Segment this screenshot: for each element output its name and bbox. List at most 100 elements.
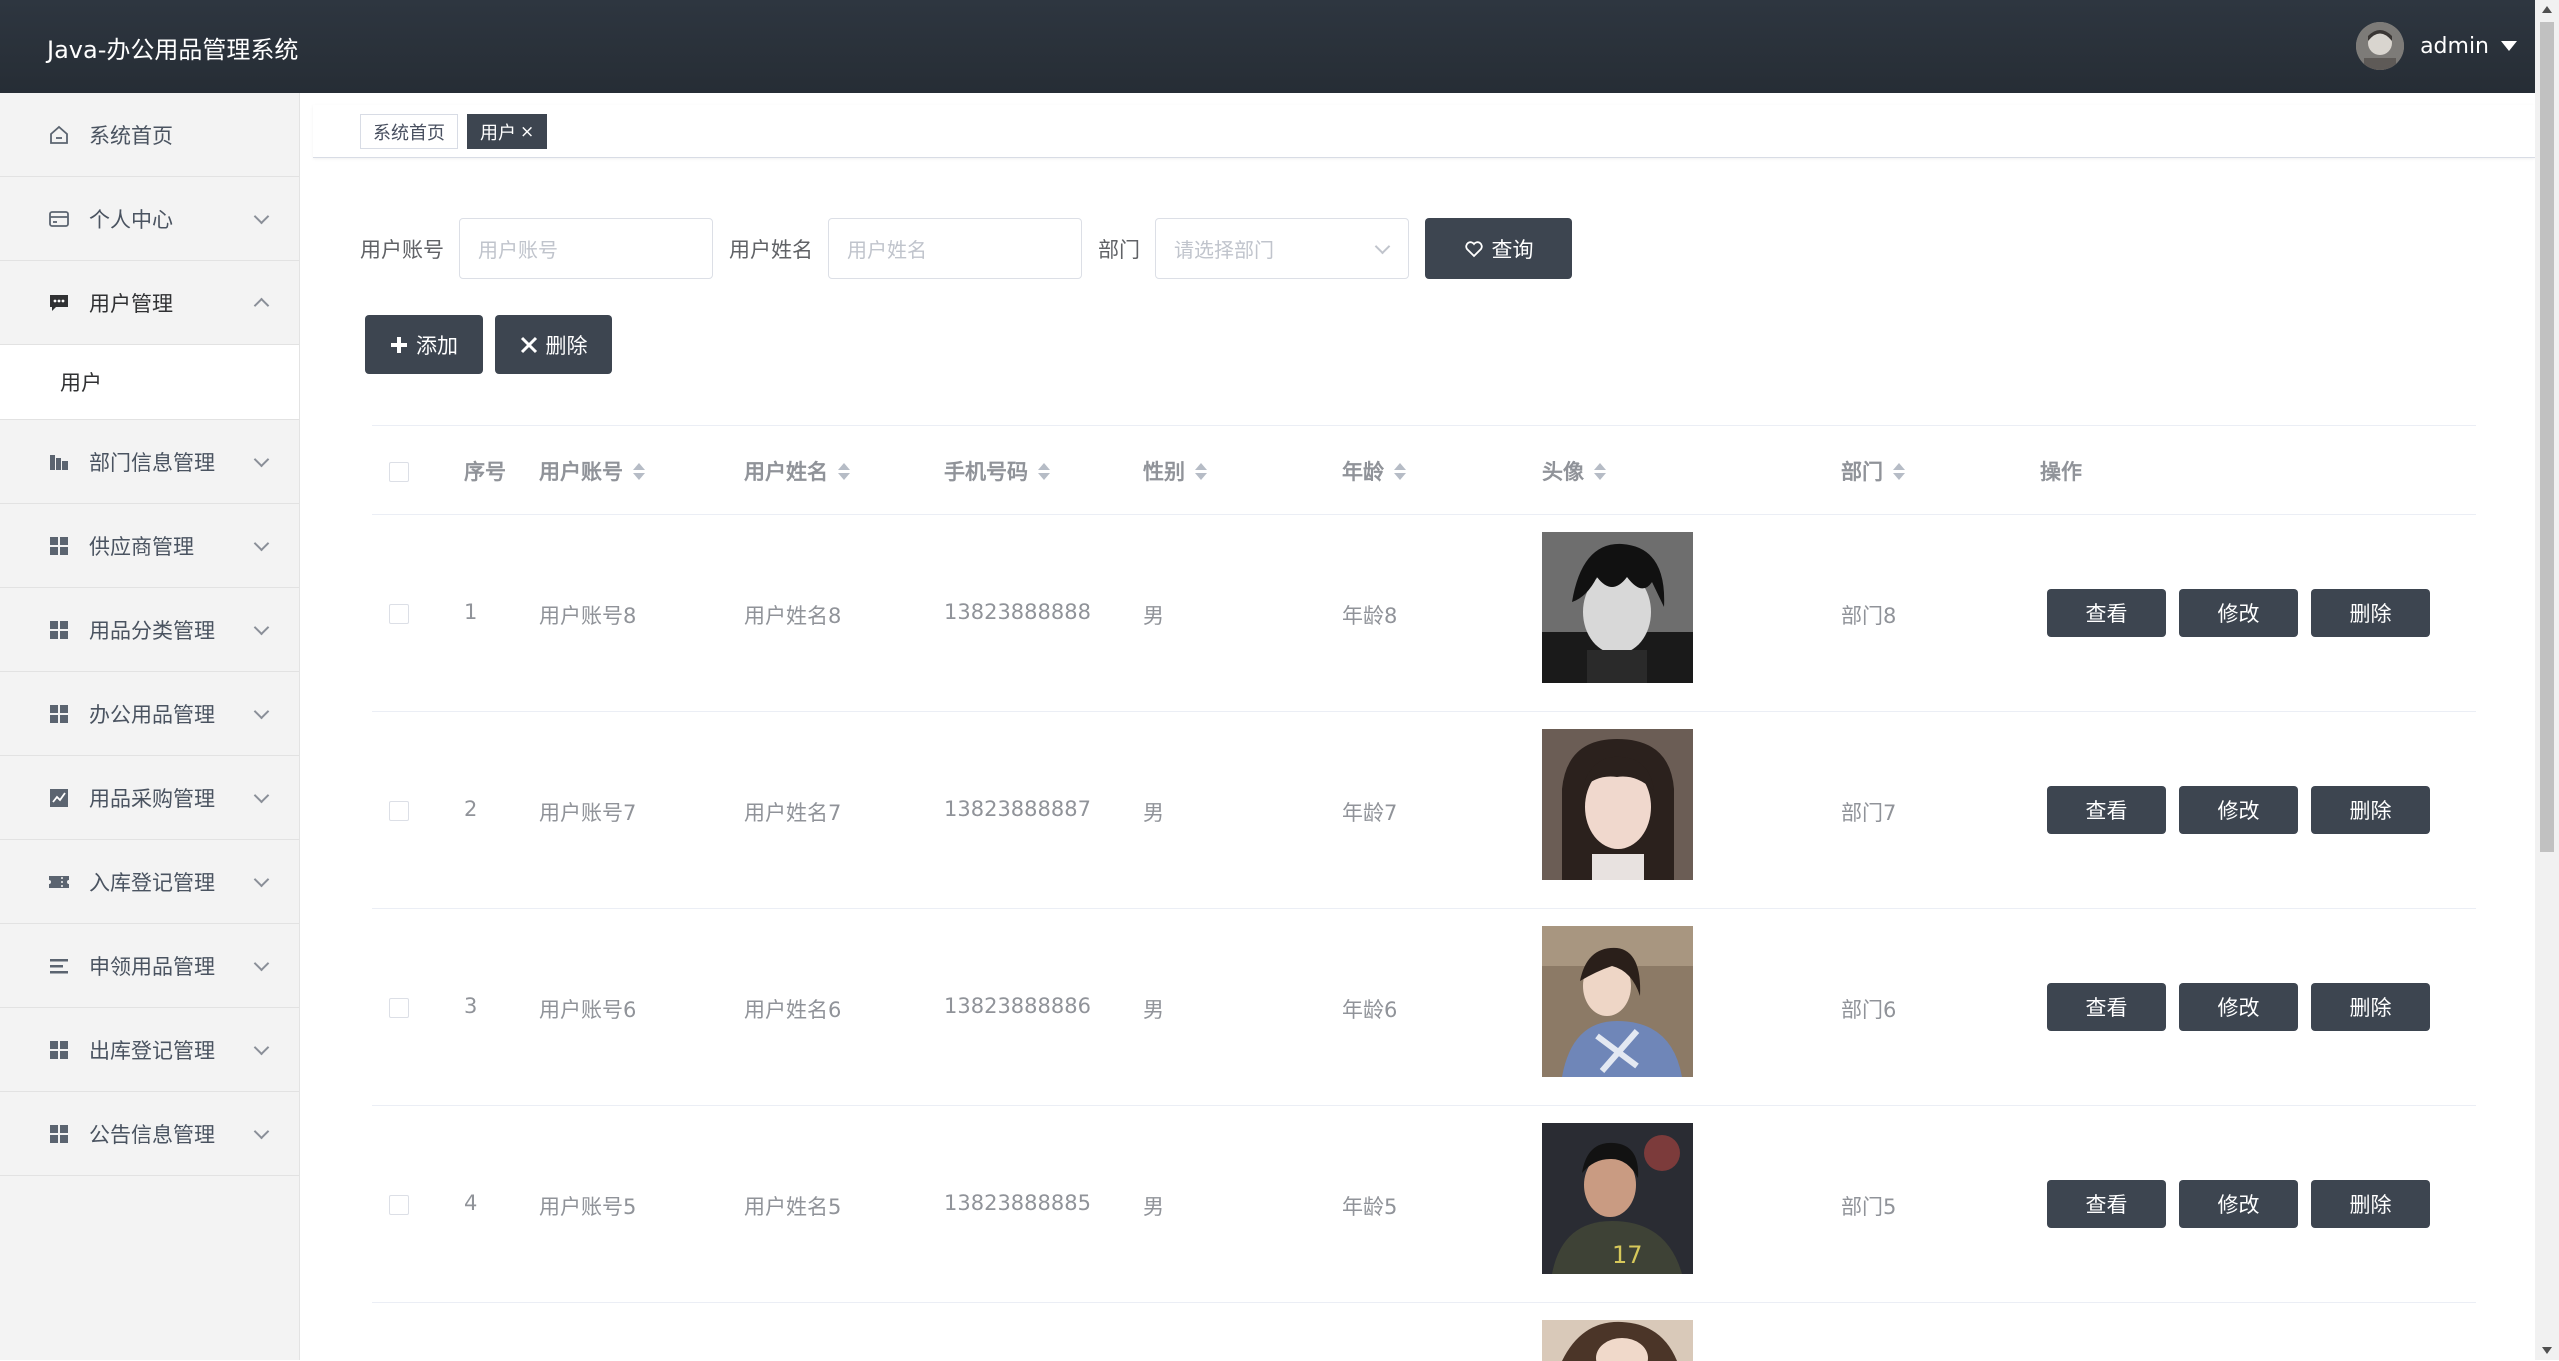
sort-icon[interactable]	[838, 462, 850, 480]
column-age[interactable]: 年龄	[1342, 456, 1406, 486]
query-button[interactable]: 查询	[1425, 218, 1572, 279]
chevron-down-icon	[253, 703, 270, 720]
sort-icon[interactable]	[1394, 462, 1406, 480]
row-checkbox[interactable]	[389, 801, 409, 821]
edit-button[interactable]: 修改	[2179, 589, 2298, 637]
user-table: 序号 用户账号 用户姓名 手机号码 性别 年龄 头像 部门 操作 1 用户账号8…	[372, 425, 2476, 1361]
grid-icon	[47, 1038, 71, 1062]
scroll-down-icon[interactable]	[2542, 1347, 2552, 1354]
row-checkbox[interactable]	[389, 998, 409, 1018]
sidebar-item-personal-center[interactable]: 个人中心	[0, 177, 299, 261]
edit-button[interactable]: 修改	[2179, 786, 2298, 834]
cell-phone: 13823888886	[944, 994, 1091, 1018]
cell-phone: 13823888885	[944, 1191, 1091, 1215]
delete-button[interactable]: 删除	[2311, 589, 2430, 637]
chevron-down-icon	[253, 208, 270, 225]
svg-text:17: 17	[1612, 1241, 1643, 1269]
sidebar-item-inbound[interactable]: 入库登记管理	[0, 840, 299, 924]
list-icon	[47, 954, 71, 978]
avatar-image: 17	[1542, 1123, 1693, 1274]
dept-select[interactable]: 请选择部门	[1155, 218, 1409, 279]
user-menu[interactable]: admin	[2356, 22, 2517, 70]
chevron-down-icon	[253, 787, 270, 804]
caret-down-icon[interactable]	[2501, 41, 2517, 51]
grid-icon	[47, 1122, 71, 1146]
sidebar-item-label: 用品采购管理	[89, 786, 215, 811]
sidebar-item-label: 系统首页	[89, 123, 173, 148]
name-input[interactable]: 用户姓名	[828, 218, 1082, 279]
chart-icon	[47, 786, 71, 810]
column-gender[interactable]: 性别	[1143, 456, 1207, 486]
grid-icon	[47, 534, 71, 558]
sidebar-item-label: 申领用品管理	[89, 954, 215, 979]
cell-account: 用户账号8	[539, 604, 637, 628]
cell-name: 用户姓名6	[744, 998, 842, 1022]
cell-dept: 部门8	[1841, 604, 1897, 628]
sidebar-item-supplier[interactable]: 供应商管理	[0, 504, 299, 588]
app-title: Java-办公用品管理系统	[47, 36, 299, 64]
tab-label: 系统首页	[373, 122, 445, 144]
account-input[interactable]: 用户账号	[459, 218, 713, 279]
sidebar-item-purchase[interactable]: 用品采购管理	[0, 756, 299, 840]
top-header: Java-办公用品管理系统 admin	[0, 0, 2535, 93]
edit-button[interactable]: 修改	[2179, 1180, 2298, 1228]
sidebar-item-home[interactable]: 系统首页	[0, 93, 299, 177]
sort-icon[interactable]	[1594, 462, 1606, 480]
sort-icon[interactable]	[1038, 462, 1050, 480]
avatar-image	[1542, 926, 1693, 1077]
delete-button[interactable]: 删除	[2311, 983, 2430, 1031]
delete-button[interactable]: 删除	[2311, 1180, 2430, 1228]
sort-icon[interactable]	[633, 462, 645, 480]
column-dept[interactable]: 部门	[1841, 456, 1905, 486]
sidebar-item-label: 入库登记管理	[89, 870, 215, 895]
sidebar-item-supplies[interactable]: 办公用品管理	[0, 672, 299, 756]
sort-icon[interactable]	[1195, 462, 1207, 480]
cell-index: 2	[464, 797, 478, 821]
tab-home[interactable]: 系统首页	[360, 114, 458, 149]
sidebar-subitem-users[interactable]: 用户	[0, 345, 299, 420]
sidebar-item-user-management[interactable]: 用户管理	[0, 261, 299, 345]
column-name[interactable]: 用户姓名	[744, 456, 850, 486]
sidebar-item-outbound[interactable]: 出库登记管理	[0, 1008, 299, 1092]
user-avatar[interactable]	[2356, 22, 2405, 70]
card-icon	[47, 207, 71, 231]
cell-dept: 部门5	[1841, 1195, 1897, 1219]
sidebar-subitem-label: 用户	[60, 371, 102, 395]
delete-button[interactable]: 删除	[2311, 786, 2430, 834]
cell-dept: 部门7	[1841, 801, 1897, 825]
view-button[interactable]: 查看	[2047, 1180, 2166, 1228]
sidebar-item-department[interactable]: 部门信息管理	[0, 420, 299, 504]
page-scrollbar[interactable]	[2535, 0, 2559, 1360]
select-all-checkbox[interactable]	[389, 462, 409, 482]
cell-account: 用户账号5	[539, 1195, 637, 1219]
sort-icon[interactable]	[1893, 462, 1905, 480]
add-button[interactable]: 添加	[365, 315, 483, 374]
cell-phone: 13823888887	[944, 797, 1091, 821]
view-button[interactable]: 查看	[2047, 589, 2166, 637]
cell-phone: 13823888888	[944, 600, 1091, 624]
row-checkbox[interactable]	[389, 1195, 409, 1215]
table-row	[372, 1303, 2476, 1361]
cell-name: 用户姓名5	[744, 1195, 842, 1219]
sidebar-item-label: 供应商管理	[89, 534, 194, 559]
sidebar-item-notice[interactable]: 公告信息管理	[0, 1092, 299, 1176]
building-icon	[47, 450, 71, 474]
view-button[interactable]: 查看	[2047, 983, 2166, 1031]
cell-dept: 部门6	[1841, 998, 1897, 1022]
column-phone[interactable]: 手机号码	[944, 456, 1050, 486]
tab-label: 用户	[480, 122, 516, 144]
scroll-up-icon[interactable]	[2542, 6, 2552, 13]
row-checkbox[interactable]	[389, 604, 409, 624]
view-button[interactable]: 查看	[2047, 786, 2166, 834]
edit-button[interactable]: 修改	[2179, 983, 2298, 1031]
avatar-image	[1542, 1320, 1693, 1361]
sidebar-item-category[interactable]: 用品分类管理	[0, 588, 299, 672]
column-avatar[interactable]: 头像	[1542, 456, 1606, 486]
column-account[interactable]: 用户账号	[539, 456, 645, 486]
username[interactable]: admin	[2420, 34, 2489, 59]
batch-delete-button[interactable]: 删除	[495, 315, 612, 374]
scroll-thumb[interactable]	[2540, 22, 2554, 852]
tab-users[interactable]: 用户 ×	[467, 114, 548, 149]
close-icon[interactable]: ×	[520, 122, 534, 142]
sidebar-item-requisition[interactable]: 申领用品管理	[0, 924, 299, 1008]
